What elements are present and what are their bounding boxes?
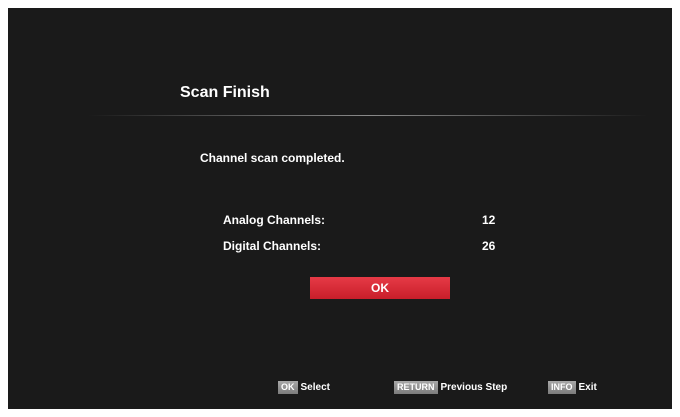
hint-exit-label: Exit <box>578 382 597 393</box>
analog-channels-label: Analog Channels: <box>223 213 326 227</box>
info-key-badge: INFO <box>548 381 576 394</box>
return-key-badge: RETURN <box>394 381 438 394</box>
ok-button[interactable]: OK <box>310 277 450 299</box>
analog-channels-value: 12 <box>482 213 496 227</box>
scan-message: Channel scan completed. <box>200 151 345 165</box>
hint-select-label: Select <box>300 382 330 393</box>
ok-key-badge: OK <box>278 381 298 394</box>
title-divider <box>88 115 648 116</box>
tv-screen: Scan Finish Channel scan completed. Anal… <box>8 8 672 409</box>
digital-channels-label: Digital Channels: <box>223 239 322 253</box>
dialog-title: Scan Finish <box>180 84 270 101</box>
hint-select: OK Select <box>278 381 330 394</box>
digital-channels-value: 26 <box>482 239 496 253</box>
hint-previous-step-label: Previous Step <box>440 382 508 393</box>
hint-exit: INFO Exit <box>548 381 597 394</box>
hint-previous-step: RETURN Previous Step <box>394 381 507 394</box>
